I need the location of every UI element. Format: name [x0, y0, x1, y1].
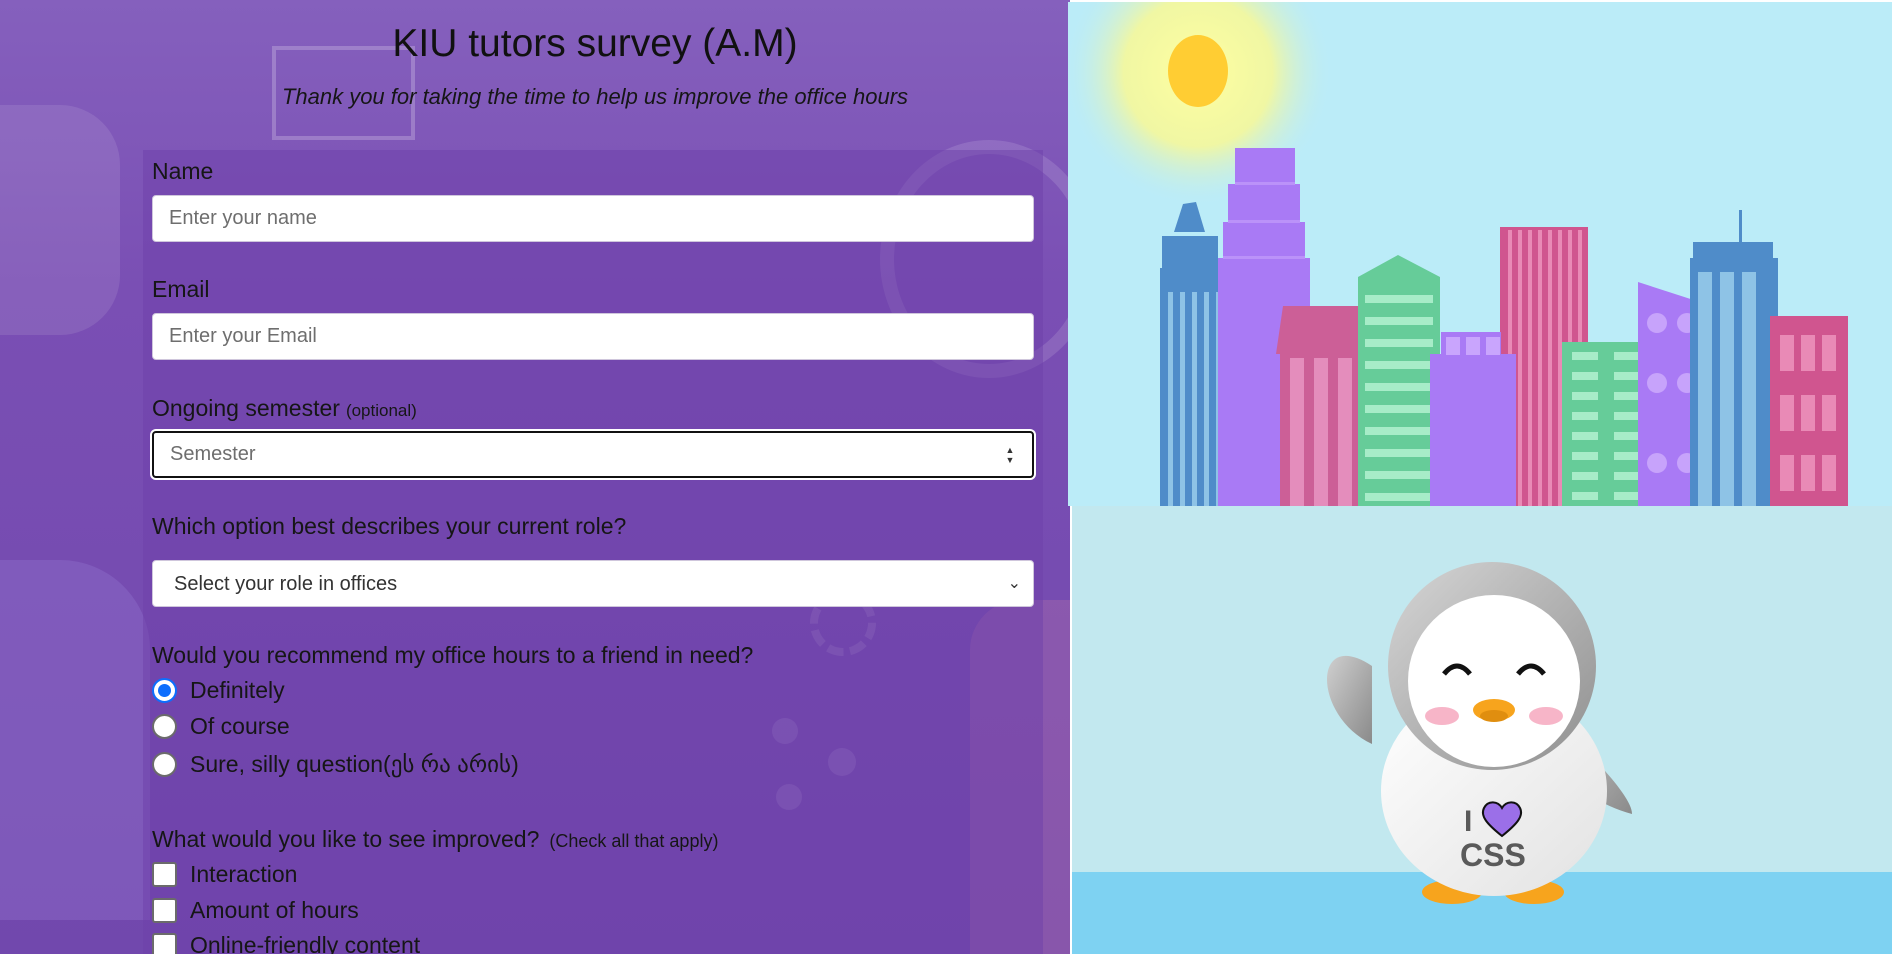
checkbox-online-friendly-content[interactable]: [152, 933, 177, 954]
checkbox-interaction[interactable]: [152, 862, 177, 887]
improve-question: What would you like to see improved? (Che…: [152, 826, 718, 853]
check-all-note: (Check all that apply): [549, 831, 719, 851]
name-label: Name: [152, 158, 214, 184]
building-pink-right: [1770, 316, 1848, 506]
radio-label-sure-silly-question[interactable]: Sure, silly question(ეს რა არის): [190, 751, 519, 778]
penguin-right-cheek: [1529, 707, 1563, 725]
survey-panel: KIU tutors survey (A.M) Thank you for ta…: [0, 0, 1070, 954]
radio-label-of-course[interactable]: Of course: [190, 713, 290, 740]
radio-of-course[interactable]: [152, 714, 177, 739]
building-green-windows: [1562, 342, 1650, 506]
chevron-down-icon: ⌄: [1007, 575, 1021, 592]
role-dropdown[interactable]: Select your role in offices ⌄: [152, 560, 1034, 607]
shirt-text-css: CSS: [1460, 837, 1526, 873]
checkbox-amount-of-hours[interactable]: [152, 898, 177, 923]
city-skyline-illustration: [1068, 2, 1892, 506]
building-purple-block: [1430, 332, 1516, 506]
email-label: Email: [152, 276, 210, 302]
building-blue-antenna: [1690, 210, 1778, 506]
checkbox-label-online-friendly-content[interactable]: Online-friendly content: [190, 932, 420, 954]
page-title: KIU tutors survey (A.M): [392, 22, 798, 65]
role-label: Which option best describes your current…: [152, 513, 627, 539]
radio-definitely[interactable]: [152, 678, 177, 703]
building-pink-left: [1276, 306, 1366, 506]
background-figure-illustration: [0, 560, 150, 920]
penguin-illustration: I CSS: [1072, 506, 1892, 954]
background-speech-bubble: [0, 105, 120, 335]
name-input[interactable]: [152, 195, 1034, 242]
building-green-striped: [1358, 255, 1440, 506]
checkbox-label-interaction[interactable]: Interaction: [190, 861, 297, 888]
semester-label: Ongoing semester (optional): [152, 395, 417, 422]
sun-icon: [1168, 35, 1228, 107]
penguin-left-cheek: [1425, 707, 1459, 725]
shirt-text-i: I: [1464, 805, 1472, 838]
radio-sure-silly-question[interactable]: [152, 752, 177, 777]
checkbox-label-amount-of-hours[interactable]: Amount of hours: [190, 897, 359, 924]
improve-question-text: What would you like to see improved?: [152, 826, 540, 852]
recommend-question: Would you recommend my office hours to a…: [152, 642, 754, 668]
optional-note: (optional): [345, 401, 417, 420]
email-input[interactable]: [152, 313, 1034, 360]
penguin-face: [1408, 595, 1580, 767]
semester-number-input[interactable]: [152, 431, 1034, 478]
semester-label-text: Ongoing semester: [152, 395, 340, 421]
role-dropdown-value: Select your role in offices: [174, 573, 398, 595]
number-spinner-icon[interactable]: ▲ ▼: [1003, 445, 1017, 467]
page-subtitle: Thank you for taking the time to help us…: [281, 84, 909, 109]
radio-label-definitely[interactable]: Definitely: [190, 677, 285, 704]
